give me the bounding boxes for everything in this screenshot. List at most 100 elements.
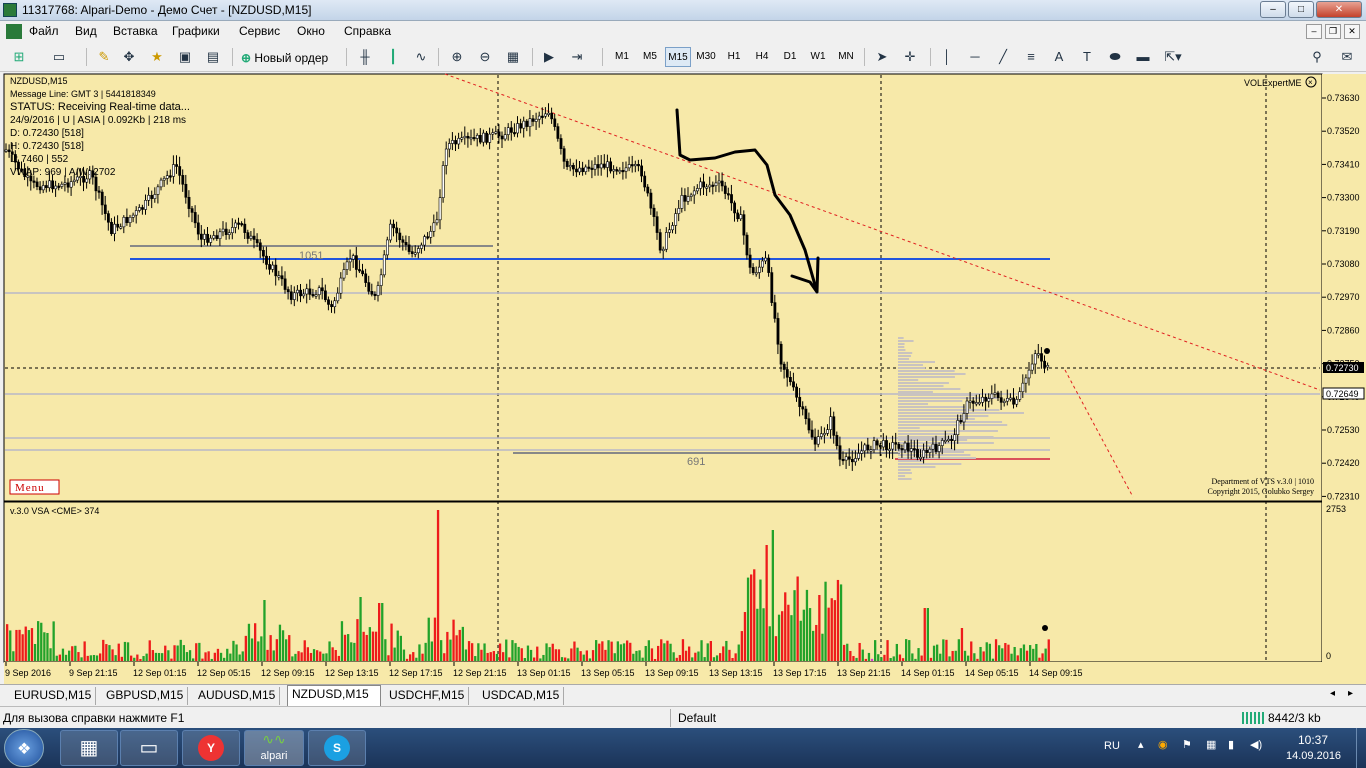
- profiles-icon[interactable]: ▭: [48, 47, 70, 67]
- tile-windows-icon[interactable]: ▦: [502, 47, 524, 67]
- price-pane[interactable]: [3, 73, 1323, 502]
- toolbar-separator: [532, 48, 533, 66]
- line-chart-icon[interactable]: ∿: [410, 47, 432, 67]
- taskbar-alpari[interactable]: ∿∿ alpari: [244, 730, 304, 766]
- tab-usdchf[interactable]: USDCHF,M15: [385, 687, 470, 705]
- volume-pane[interactable]: [3, 501, 1323, 663]
- chart-shift-icon[interactable]: ⇥: [566, 47, 588, 67]
- candle-body: [937, 445, 941, 452]
- market-watch-icon[interactable]: ✎: [93, 47, 115, 67]
- menu-view[interactable]: Вид: [75, 24, 97, 38]
- arrows-icon[interactable]: ⇱▾: [1162, 47, 1184, 67]
- timeframe-m15[interactable]: M15: [665, 47, 691, 67]
- tab-scroll-left-icon[interactable]: ◂: [1330, 688, 1335, 699]
- tray-arrow-icon[interactable]: ▴: [1138, 738, 1144, 751]
- volume-bar: [777, 614, 781, 661]
- timeframe-m30[interactable]: M30: [693, 47, 719, 67]
- volume-bar: [399, 635, 402, 661]
- text-label-icon[interactable]: T: [1076, 47, 1098, 67]
- mdi-close-button[interactable]: ✕: [1344, 24, 1360, 39]
- new-order-button[interactable]: ⊕ Новый ордер: [240, 46, 340, 68]
- mdi-restore-button[interactable]: ❐: [1325, 24, 1341, 39]
- volume-bar: [731, 657, 734, 661]
- tray-signal-icon[interactable]: ▮: [1228, 738, 1234, 751]
- start-button[interactable]: ❖: [4, 729, 44, 767]
- zoom-in-icon[interactable]: ⊕: [446, 47, 468, 67]
- rectangle-icon[interactable]: ▬: [1132, 47, 1154, 67]
- vertical-line-icon[interactable]: │: [936, 47, 958, 67]
- crosshair-icon[interactable]: ✛: [899, 47, 921, 67]
- tray-flag-icon[interactable]: ⚑: [1182, 738, 1192, 751]
- text-icon[interactable]: A: [1048, 47, 1070, 67]
- show-desktop-button[interactable]: [1356, 728, 1366, 768]
- auto-scroll-icon[interactable]: ▶: [538, 47, 560, 67]
- bar-chart-icon[interactable]: ╫: [354, 47, 376, 67]
- menu-help[interactable]: Справка: [344, 24, 391, 38]
- candle-body: [593, 164, 597, 170]
- volume-bar: [681, 639, 685, 661]
- candle-body: [664, 232, 668, 250]
- language-indicator[interactable]: RU: [1104, 740, 1120, 752]
- chart-window[interactable]: NZDUSD,M15 Message Line: GMT 3 | 5441818…: [0, 72, 1366, 684]
- clock-date[interactable]: 14.09.2016: [1286, 750, 1341, 762]
- candle-body: [826, 429, 830, 434]
- timeframe-m5[interactable]: M5: [637, 47, 663, 67]
- candle-body: [1002, 400, 1006, 403]
- candlestick-icon[interactable]: ┃: [382, 47, 404, 67]
- timeframe-mn[interactable]: MN: [833, 47, 859, 67]
- menu-charts[interactable]: Графики: [172, 24, 220, 38]
- chart-canvas[interactable]: NZDUSD,M15 Message Line: GMT 3 | 5441818…: [0, 72, 1366, 684]
- ellipse-icon[interactable]: ⬬: [1104, 47, 1126, 67]
- timeframe-h1[interactable]: H1: [721, 47, 747, 67]
- favorites-icon[interactable]: ★: [146, 47, 168, 67]
- volume-bar: [105, 644, 108, 661]
- candle-body: [416, 248, 420, 254]
- terminal-icon[interactable]: ▣: [174, 47, 196, 67]
- tray-network-icon[interactable]: ▦: [1206, 738, 1216, 751]
- menu-tools[interactable]: Сервис: [239, 24, 280, 38]
- clock-time[interactable]: 10:37: [1298, 733, 1328, 747]
- search-icon[interactable]: ⚲: [1306, 47, 1328, 67]
- strategy-tester-icon[interactable]: ▤: [202, 47, 224, 67]
- timeframe-h4[interactable]: H4: [749, 47, 775, 67]
- tray-volume-icon[interactable]: ◀): [1250, 738, 1262, 751]
- candle-body: [519, 123, 523, 129]
- taskbar-explorer[interactable]: ▭: [120, 730, 178, 766]
- volume-bar: [433, 617, 437, 661]
- minimize-button[interactable]: –: [1260, 1, 1286, 18]
- taskbar-skype[interactable]: S: [308, 730, 366, 766]
- navigator-icon[interactable]: ✥: [118, 47, 140, 67]
- tab-gbpusd[interactable]: GBPUSD,M15: [102, 687, 189, 705]
- timeframe-d1[interactable]: D1: [777, 47, 803, 67]
- horizontal-line-icon[interactable]: ─: [964, 47, 986, 67]
- trendline-icon[interactable]: ╱: [992, 47, 1014, 67]
- chat-icon[interactable]: ✉: [1336, 47, 1358, 67]
- tab-eurusd[interactable]: EURUSD,M15: [10, 687, 97, 705]
- volume-bar: [697, 651, 700, 661]
- candle-body: [506, 127, 510, 135]
- tab-usdcad[interactable]: USDCAD,M15: [478, 687, 565, 705]
- tab-audusd[interactable]: AUDUSD,M15: [194, 687, 281, 705]
- tab-scroll-right-icon[interactable]: ▸: [1348, 688, 1353, 699]
- close-button[interactable]: ✕: [1316, 1, 1362, 18]
- zoom-out-icon[interactable]: ⊖: [474, 47, 496, 67]
- timeframe-w1[interactable]: W1: [805, 47, 831, 67]
- taskbar-yandex[interactable]: Y: [182, 730, 240, 766]
- signal-dot: [1044, 348, 1050, 354]
- child-window-icon[interactable]: [6, 24, 22, 39]
- menu-window[interactable]: Окно: [297, 24, 325, 38]
- maximize-button[interactable]: □: [1288, 1, 1314, 18]
- mdi-minimize-button[interactable]: –: [1306, 24, 1322, 39]
- new-chart-icon[interactable]: ⊞: [8, 47, 30, 67]
- menu-file[interactable]: Файл: [29, 24, 59, 38]
- timeframe-m1[interactable]: M1: [609, 47, 635, 67]
- taskbar-calculator[interactable]: ▦: [60, 730, 118, 766]
- candle-body: [361, 270, 365, 275]
- menu-insert[interactable]: Вставка: [113, 24, 158, 38]
- tray-app-icon[interactable]: ◉: [1158, 738, 1168, 751]
- candle-body: [528, 118, 532, 127]
- channel-icon[interactable]: ≡: [1020, 47, 1042, 67]
- candle-body: [330, 304, 334, 308]
- tab-nzdusd[interactable]: NZDUSD,M15: [287, 685, 381, 706]
- cursor-icon[interactable]: ➤: [871, 47, 893, 67]
